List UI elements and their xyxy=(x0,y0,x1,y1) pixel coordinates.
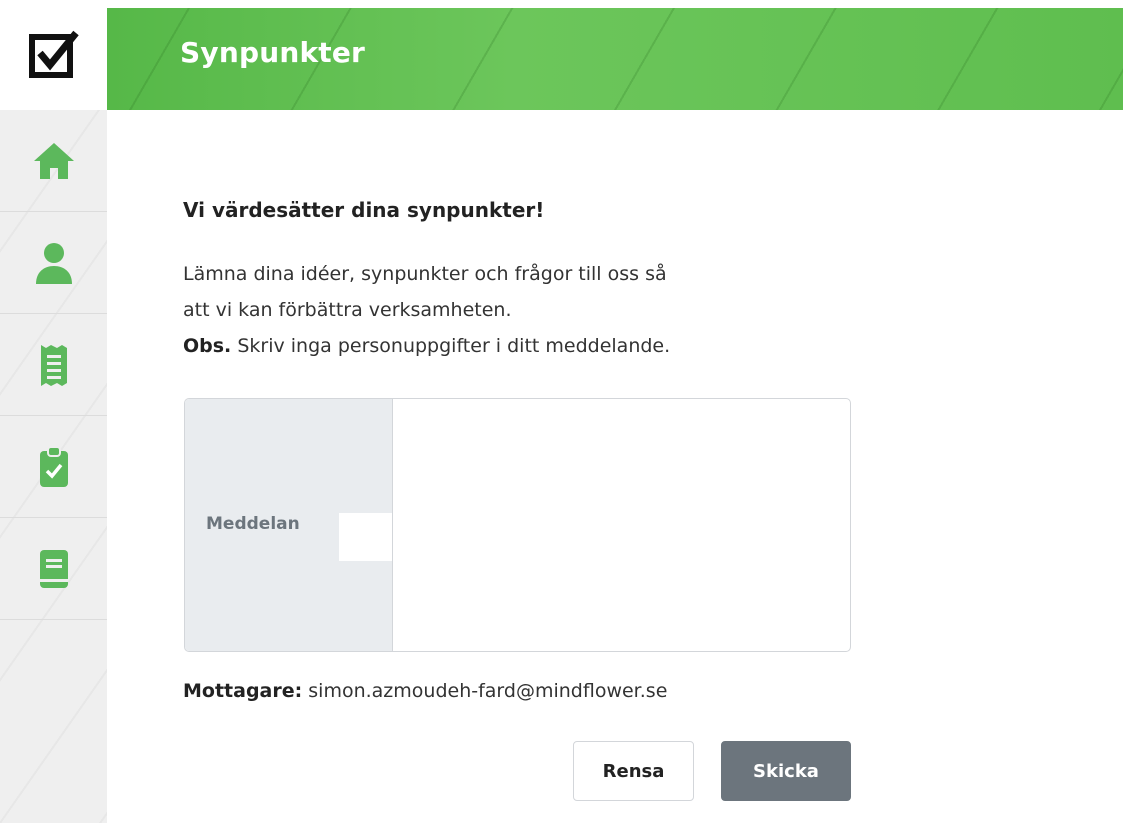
recipient-info: Mottagare: simon.azmoudeh-fard@mindflowe… xyxy=(183,680,667,702)
user-icon xyxy=(35,242,72,284)
clear-button[interactable]: Rensa xyxy=(573,741,694,801)
send-button[interactable]: Skicka xyxy=(721,741,851,801)
section-heading: Vi värdesätter dina synpunkter! xyxy=(183,198,545,222)
obs-text: Skriv inga personuppgifter i ditt meddel… xyxy=(231,335,671,357)
obs-note: Obs. Skriv inga personuppgifter i ditt m… xyxy=(183,328,863,364)
checkbox-logo-icon xyxy=(28,30,79,78)
sidebar-item-home[interactable] xyxy=(0,110,107,212)
intro-line-1: Lämna dina idéer, synpunkter och frågor … xyxy=(183,263,667,285)
receipt-icon xyxy=(40,344,67,386)
sidebar xyxy=(0,110,107,823)
recipient-label: Mottagare: xyxy=(183,680,303,702)
message-input-group: Meddelan xyxy=(184,398,851,652)
intro-line-2: att vi kan förbättra verksamheten. xyxy=(183,299,512,321)
message-textarea[interactable] xyxy=(393,399,850,651)
message-label-cell: Meddelan xyxy=(185,399,393,651)
intro-text: Lämna dina idéer, synpunkter och frågor … xyxy=(183,256,863,364)
main-content: Vi värdesätter dina synpunkter! Lämna di… xyxy=(107,110,1123,823)
page-header: Synpunkter xyxy=(107,8,1123,110)
sidebar-item-book[interactable] xyxy=(0,518,107,620)
app-logo[interactable] xyxy=(0,0,107,110)
obs-label: Obs. xyxy=(183,335,232,357)
message-label: Meddelan xyxy=(206,514,300,534)
clipboard-check-icon xyxy=(39,445,68,487)
recipient-email: simon.azmoudeh-fard@mindflower.se xyxy=(302,680,668,702)
sidebar-item-tasks[interactable] xyxy=(0,416,107,518)
sidebar-item-profile[interactable] xyxy=(0,212,107,314)
label-overlay xyxy=(339,513,392,561)
book-icon xyxy=(39,549,68,588)
page-title: Synpunkter xyxy=(180,36,366,69)
home-icon xyxy=(33,142,74,179)
sidebar-item-receipts[interactable] xyxy=(0,314,107,416)
